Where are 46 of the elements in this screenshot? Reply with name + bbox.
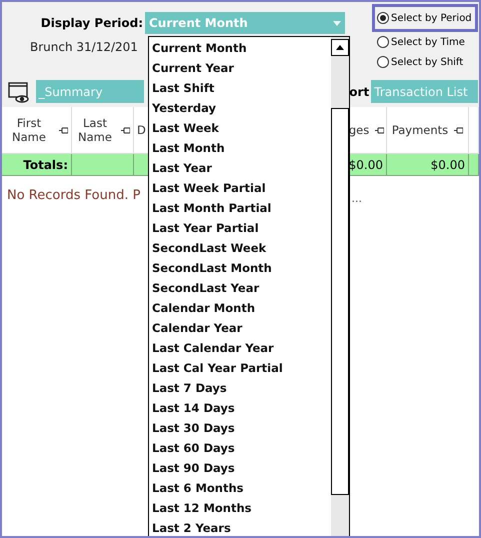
dropdown-option[interactable]: Last 7 Days [149,378,331,398]
dropdown-option[interactable]: Last 14 Days [149,398,331,418]
dropdown-option[interactable]: Last Shift [149,78,331,98]
dropdown-option[interactable]: Last Cal Year Partial [149,358,331,378]
pin-icon[interactable] [375,126,384,134]
window-eye-icon[interactable] [8,80,30,102]
dropdown-option[interactable]: Last 90 Days [149,458,331,478]
radio-option[interactable]: Select by Period [372,4,478,32]
totals-cell: $0.00 [387,154,469,176]
dropdown-option[interactable]: SecondLast Year [149,278,331,298]
totals-cell [469,154,479,176]
dropdown-option[interactable]: Last Year Partial [149,218,331,238]
dropdown-option[interactable]: Last 2 Years [149,518,331,536]
report-label: ort [349,84,370,98]
pin-icon[interactable] [121,126,130,134]
dropdown-option[interactable]: Last 12 Months [149,498,331,518]
caret-icon [333,20,341,26]
dropdown-option[interactable]: Last Year [149,158,331,178]
up-arrow-icon [336,45,344,50]
scroll-up-button[interactable] [331,39,349,56]
dropdown-option[interactable]: Yesterday [149,98,331,118]
pin-icon[interactable] [59,126,68,134]
pin-icon[interactable] [454,126,464,134]
dropdown-option[interactable]: Last 6 Months [149,478,331,498]
dropdown-option[interactable]: SecondLast Week [149,238,331,258]
totals-label: Totals: [2,154,72,176]
radio-option[interactable]: Select by Shift [372,52,478,72]
ellipsis-text: ... [352,192,362,205]
dropdown-option[interactable]: Last Calendar Year [149,338,331,358]
display-period-label: Display Period: [40,16,144,30]
totals-cell: $0.00 [347,154,387,176]
dropdown-option[interactable]: Current Month [149,38,331,58]
scrollbar-thumb[interactable] [331,108,349,495]
no-records-message: No Records Found. P [7,188,140,205]
dropdown-option[interactable]: SecondLast Month [149,258,331,278]
radio-option[interactable]: Select by Time [372,32,478,52]
dropdown-option[interactable]: Current Year [149,58,331,78]
dropdown-option[interactable]: Last Week Partial [149,178,331,198]
dropdown-option[interactable]: Last Month [149,138,331,158]
dropdown-option[interactable]: Last 30 Days [149,418,331,438]
branch-date-text: Brunch 31/12/201 [30,40,138,54]
dropdown-option[interactable]: Last 60 Days [149,438,331,458]
dropdown-option[interactable]: Calendar Year [149,318,331,338]
dropdown-option[interactable]: Last Month Partial [149,198,331,218]
dropdown-option[interactable]: Calendar Month [149,298,331,318]
dropdown-option[interactable]: Last Week [149,118,331,138]
